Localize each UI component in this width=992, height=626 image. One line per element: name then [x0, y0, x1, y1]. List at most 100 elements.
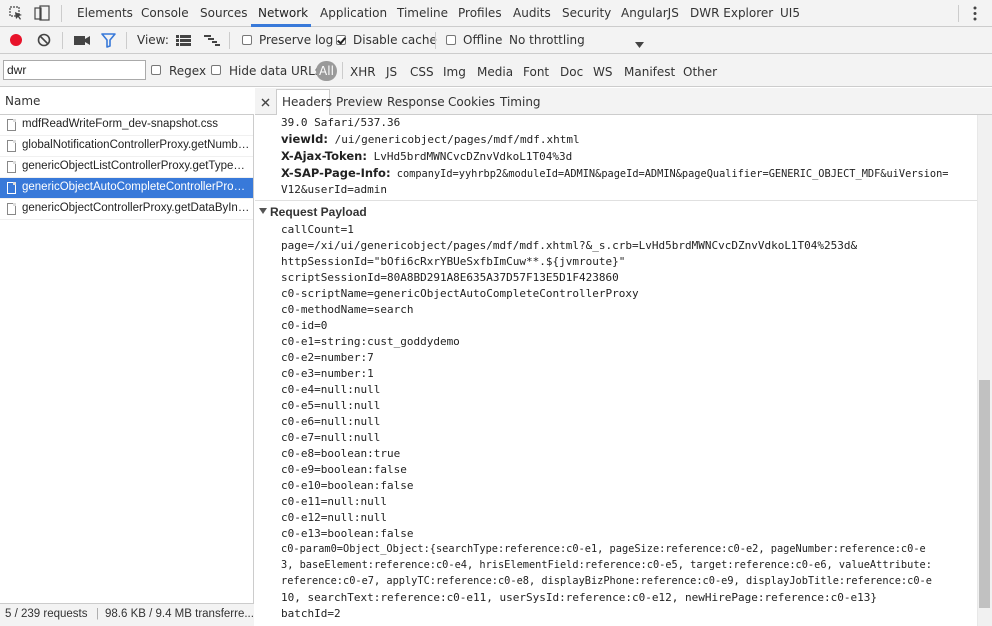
disable-cache-label: Disable cache [353, 33, 437, 47]
tab-timing[interactable]: Timing [500, 95, 541, 109]
large-rows-icon[interactable] [176, 35, 191, 49]
throttling-select[interactable]: No throttling [509, 33, 585, 47]
tab-dwr-explorer[interactable]: DWR Explorer [690, 6, 773, 20]
tab-security[interactable]: Security [562, 6, 611, 20]
filter-type-doc[interactable]: Doc [560, 65, 583, 79]
request-payload-title[interactable]: Request Payload [270, 205, 367, 219]
tab-response[interactable]: Response [387, 95, 445, 109]
payload-line: c0-e1=string:cust_goddydemo [281, 335, 460, 348]
hide-data-urls-label: Hide data URLs [229, 64, 322, 78]
payload-line: c0-e5=null:null [281, 399, 381, 412]
hide-data-urls-checkbox[interactable] [211, 65, 221, 75]
file-icon [7, 161, 16, 173]
request-row-selected[interactable]: genericObjectAutoCompleteControllerProxy… [0, 178, 253, 199]
inspect-element-icon[interactable] [9, 6, 23, 23]
regex-label: Regex [169, 64, 207, 78]
filter-type-other[interactable]: Other [683, 65, 717, 79]
regex-checkbox[interactable] [151, 65, 161, 75]
view-label: View: [137, 33, 169, 47]
offline-checkbox[interactable] [446, 35, 456, 45]
network-status-bar: 5 / 239 requests | 98.6 KB / 9.4 MB tran… [0, 603, 254, 626]
divider [61, 5, 62, 22]
filter-type-js[interactable]: JS [386, 65, 397, 79]
tab-preview[interactable]: Preview [336, 95, 383, 109]
dropdown-arrow-icon[interactable] [635, 37, 644, 51]
payload-line: c0-e6=null:null [281, 415, 381, 428]
tab-timeline[interactable]: Timeline [397, 6, 448, 20]
tab-application[interactable]: Application [320, 6, 387, 20]
file-icon [7, 203, 16, 215]
payload-line: c0-e13=boolean:false [281, 527, 414, 540]
tab-angularjs[interactable]: AngularJS [621, 6, 679, 20]
tab-headers[interactable]: Headers [282, 95, 332, 109]
divider [229, 32, 230, 49]
scrollbar-thumb[interactable] [979, 380, 990, 608]
filter-icon[interactable] [101, 33, 116, 51]
divider [958, 5, 959, 22]
header-key: viewId: [281, 132, 328, 146]
request-name: globalNotificationControllerProxy.getNum… [22, 139, 250, 151]
request-row[interactable]: genericObjectListControllerProxy.getType… [0, 157, 253, 178]
tab-console[interactable]: Console [141, 6, 189, 20]
filter-type-img[interactable]: Img [443, 65, 466, 79]
payload-line: c0-e8=boolean:true [281, 447, 401, 460]
request-count: 5 / 239 requests [5, 608, 88, 620]
payload-line: httpSessionId="bOfi6cRxrYBUeSxfbImCuw**.… [281, 255, 626, 268]
record-icon[interactable] [9, 33, 23, 50]
payload-line: c0-e3=number:1 [281, 367, 374, 380]
tab-audits[interactable]: Audits [513, 6, 551, 20]
capture-screenshots-icon[interactable] [74, 35, 90, 49]
clear-icon[interactable] [37, 33, 51, 50]
more-options-icon[interactable] [973, 6, 977, 24]
header-row: X-Ajax-Token: LvHd5brdMWNCvcDZnvVdkoL1T0… [281, 149, 572, 163]
filter-type-media[interactable]: Media [477, 65, 513, 79]
request-row[interactable]: globalNotificationControllerProxy.getNum… [0, 136, 253, 157]
file-icon [7, 119, 16, 131]
devtools-tab-bar: Elements Console Sources Network Applica… [0, 0, 992, 27]
request-row[interactable]: mdfReadWriteForm_dev-snapshot.css [0, 115, 253, 136]
filter-type-css[interactable]: CSS [410, 65, 434, 79]
payload-line: callCount=1 [281, 223, 354, 236]
preserve-log-checkbox[interactable] [242, 35, 252, 45]
filter-type-xhr[interactable]: XHR [350, 65, 376, 79]
preserve-log-label: Preserve log [259, 33, 334, 47]
name-column-header[interactable]: Name [0, 88, 254, 115]
payload-line: page=/xi/ui/genericobject/pages/mdf/mdf.… [281, 239, 858, 252]
filter-type-manifest[interactable]: Manifest [624, 65, 675, 79]
payload-line: c0-e9=boolean:false [281, 463, 407, 476]
filter-type-ws[interactable]: WS [593, 65, 612, 79]
divider [342, 62, 343, 79]
payload-line: c0-param0=Object_Object:{searchType:refe… [281, 543, 926, 555]
tab-network[interactable]: Network [258, 6, 308, 20]
tab-profiles[interactable]: Profiles [458, 6, 502, 20]
payload-line: c0-e10=boolean:false [281, 479, 414, 492]
divider [435, 32, 436, 49]
disable-cache-checkbox[interactable] [336, 35, 346, 45]
payload-line: batchId=2 [281, 607, 341, 620]
close-icon[interactable] [261, 96, 270, 110]
header-value: companyId=yyhrbp2&moduleId=ADMIN&pageId=… [390, 168, 949, 180]
section-divider [255, 200, 977, 201]
filter-input[interactable] [3, 60, 146, 80]
request-name: genericObjectListControllerProxy.getType… [22, 160, 250, 172]
request-name: genericObjectAutoCompleteControllerProxy… [22, 181, 250, 193]
payload-line: 3, baseElement:reference:c0-e4, hrisElem… [281, 559, 932, 571]
tab-cookies[interactable]: Cookies [448, 95, 495, 109]
name-column-label: Name [5, 94, 41, 108]
header-key: X-SAP-Page-Info: [281, 166, 391, 180]
payload-line: c0-e11=null:null [281, 495, 387, 508]
header-row: viewId: /ui/genericobject/pages/mdf/mdf.… [281, 132, 580, 146]
payload-line: 10, searchText:reference:c0-e11, userSys… [281, 591, 878, 604]
overview-waterfall-icon[interactable] [204, 35, 220, 49]
tab-ui5[interactable]: UI5 [780, 6, 800, 20]
payload-line: scriptSessionId=80A8BD291A8E635A37D57F13… [281, 271, 619, 284]
request-name: genericObjectControllerProxy.getDataByIn… [22, 202, 250, 214]
tab-sources[interactable]: Sources [200, 6, 247, 20]
tab-elements[interactable]: Elements [77, 6, 133, 20]
filter-type-font[interactable]: Font [523, 65, 549, 79]
expand-triangle-icon[interactable] [259, 208, 267, 214]
request-row[interactable]: genericObjectControllerProxy.getDataByIn… [0, 199, 253, 220]
header-value-wrap: V12&userId=admin [281, 183, 387, 196]
device-toolbar-icon[interactable] [34, 5, 50, 24]
filter-type-all[interactable]: All [316, 61, 337, 81]
